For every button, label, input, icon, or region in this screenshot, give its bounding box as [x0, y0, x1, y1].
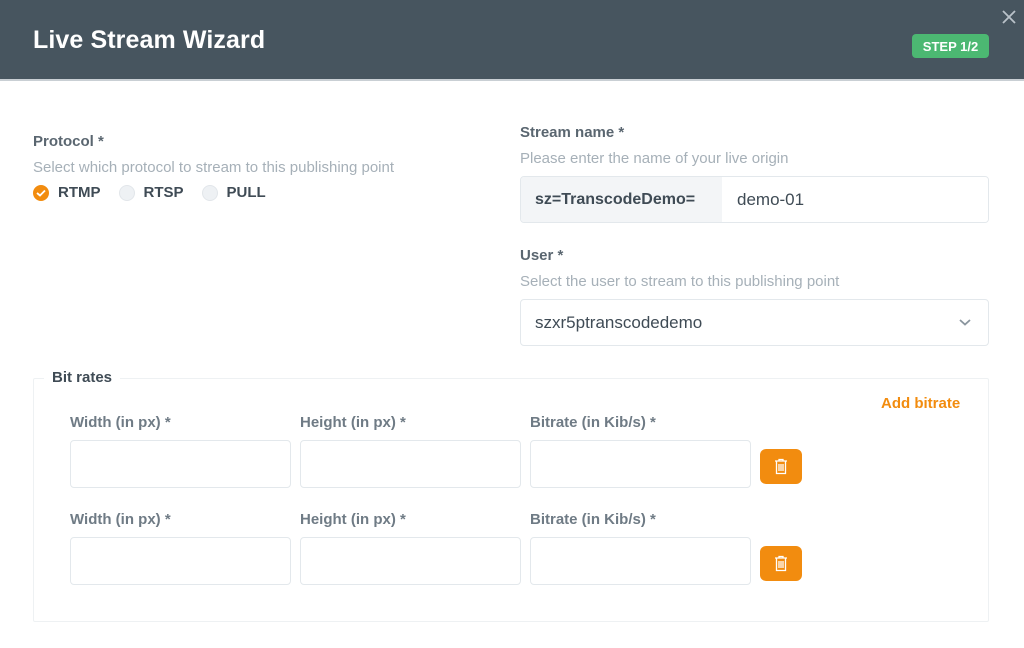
width-input[interactable] [70, 440, 291, 488]
bitrate-input[interactable] [530, 440, 751, 488]
add-bitrate-link[interactable]: Add bitrate [881, 395, 960, 412]
height-input[interactable] [300, 440, 521, 488]
height-label: Height (in px) * [300, 511, 406, 528]
step-badge: STEP 1/2 [912, 34, 989, 58]
radio-checked-icon [33, 184, 49, 201]
stream-name-input[interactable]: demo-01 [722, 177, 988, 222]
protocol-radio-group: RTMP RTSP PULL [33, 184, 284, 201]
bitrates-legend: Bit rates [44, 369, 121, 386]
radio-pull[interactable]: PULL [201, 184, 266, 201]
height-label: Height (in px) * [300, 414, 406, 431]
close-icon [1002, 10, 1016, 24]
delete-bitrate-button[interactable] [760, 449, 802, 484]
protocol-label: Protocol * [33, 133, 104, 150]
radio-label: RTMP [58, 184, 101, 201]
user-select-value: szxr5ptranscodedemo [535, 312, 703, 332]
stream-name-label: Stream name * [520, 124, 625, 141]
bitrate-input[interactable] [530, 537, 751, 585]
stream-name-prefix: sz=TranscodeDemo= [521, 177, 722, 222]
width-input[interactable] [70, 537, 291, 585]
stream-name-hint: Please enter the name of your live origi… [520, 150, 789, 167]
delete-bitrate-button[interactable] [760, 546, 802, 581]
radio-label: PULL [226, 184, 266, 201]
width-label: Width (in px) * [70, 511, 171, 528]
bitrate-label: Bitrate (in Kib/s) * [530, 414, 656, 431]
user-hint: Select the user to stream to this publis… [520, 273, 840, 290]
radio-rtsp[interactable]: RTSP [118, 184, 184, 201]
user-label: User * [520, 247, 564, 264]
protocol-hint: Select which protocol to stream to this … [33, 159, 395, 176]
radio-unchecked-icon [118, 184, 135, 201]
wizard-header: Live Stream Wizard STEP 1/2 [0, 0, 1024, 81]
trash-icon [775, 555, 787, 572]
bitrate-label: Bitrate (in Kib/s) * [530, 511, 656, 528]
bitrates-fieldset [33, 378, 989, 622]
chevron-down-icon [959, 319, 971, 326]
close-button[interactable] [999, 7, 1019, 27]
user-select[interactable]: szxr5ptranscodedemo [520, 299, 989, 346]
radio-rtmp[interactable]: RTMP [33, 184, 101, 201]
height-input[interactable] [300, 537, 521, 585]
trash-icon [775, 458, 787, 475]
width-label: Width (in px) * [70, 414, 171, 431]
stream-name-input-group: sz=TranscodeDemo= demo-01 [520, 176, 989, 223]
wizard-title: Live Stream Wizard [33, 26, 266, 54]
radio-unchecked-icon [201, 184, 218, 201]
radio-label: RTSP [143, 184, 184, 201]
